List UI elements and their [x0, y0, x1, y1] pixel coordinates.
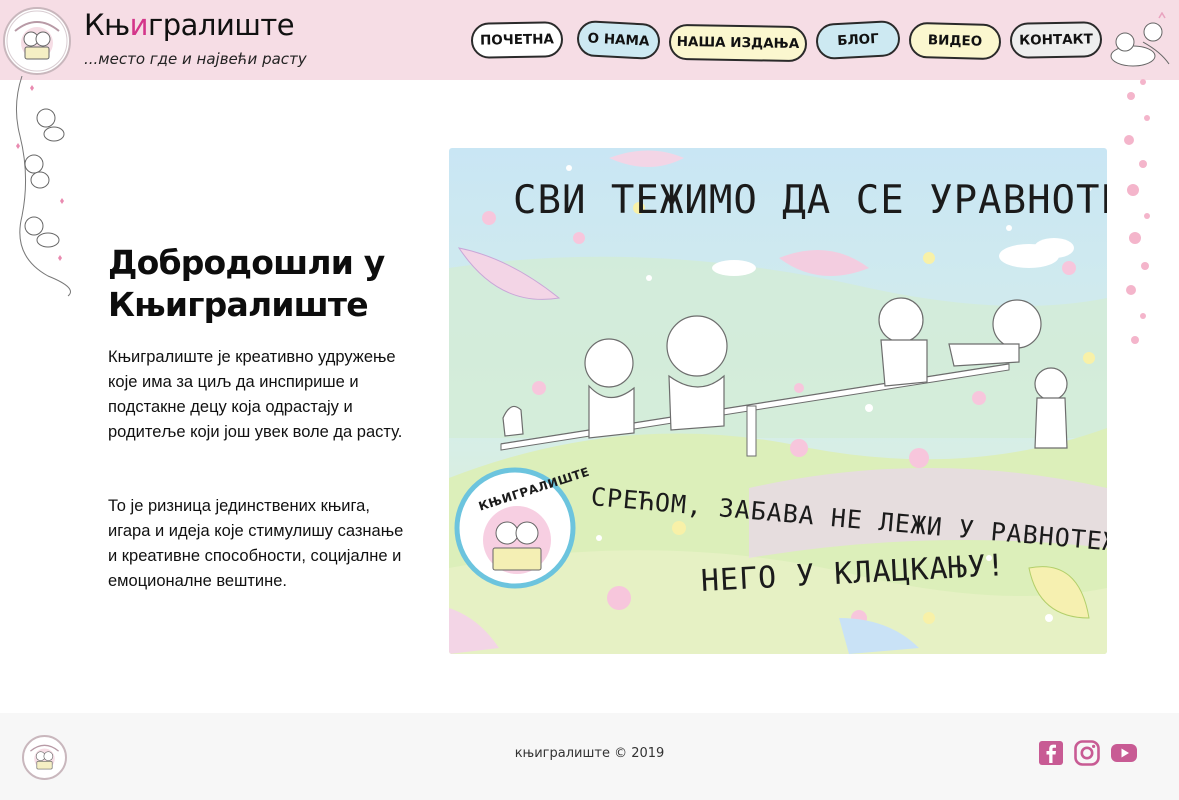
- nav-contact-button[interactable]: КОНТАКТ: [1009, 21, 1103, 59]
- nav-blog-button[interactable]: БЛОГ: [815, 19, 901, 61]
- facebook-icon[interactable]: [1037, 739, 1065, 767]
- copyright-text: књигралиште © 2019: [514, 746, 665, 761]
- description-paragraph: То је ризница јединствених књига, игара …: [108, 497, 404, 590]
- youtube-icon[interactable]: [1110, 739, 1138, 767]
- nav-publications-button[interactable]: НАША ИЗДАЊА: [668, 23, 808, 63]
- nav-about-button[interactable]: О НАМА: [576, 19, 661, 61]
- instagram-icon[interactable]: [1073, 739, 1101, 767]
- left-vine-decoration: [16, 76, 71, 297]
- intro-paragraph: Књигралиште је креативно удружење које и…: [108, 348, 403, 441]
- welcome-heading: Добродошли у Књигралиште: [108, 243, 385, 324]
- hero-illustration: СВИ ТЕЖИМО ДА СЕ УРАВНОТЕЖИМО. СРЕЋОМ, З…: [449, 148, 1107, 654]
- nav-video-button[interactable]: ВИДЕО: [908, 21, 1002, 61]
- site-footer: књигралиште © 2019: [0, 713, 1179, 800]
- main-navigation: ПОЧЕТНА О НАМА НАША ИЗДАЊА БЛОГ ВИДЕО КО…: [0, 19, 1179, 63]
- right-petals-decoration: [1124, 79, 1150, 344]
- hero-headline: СВИ ТЕЖИМО ДА СЕ УРАВНОТЕЖИМО.: [513, 178, 1107, 223]
- corner-children-illustration: [1110, 12, 1170, 67]
- site-header: Књигралиште ...место где и највећи расту…: [0, 0, 1179, 80]
- nav-home-button[interactable]: ПОЧЕТНА: [470, 21, 564, 59]
